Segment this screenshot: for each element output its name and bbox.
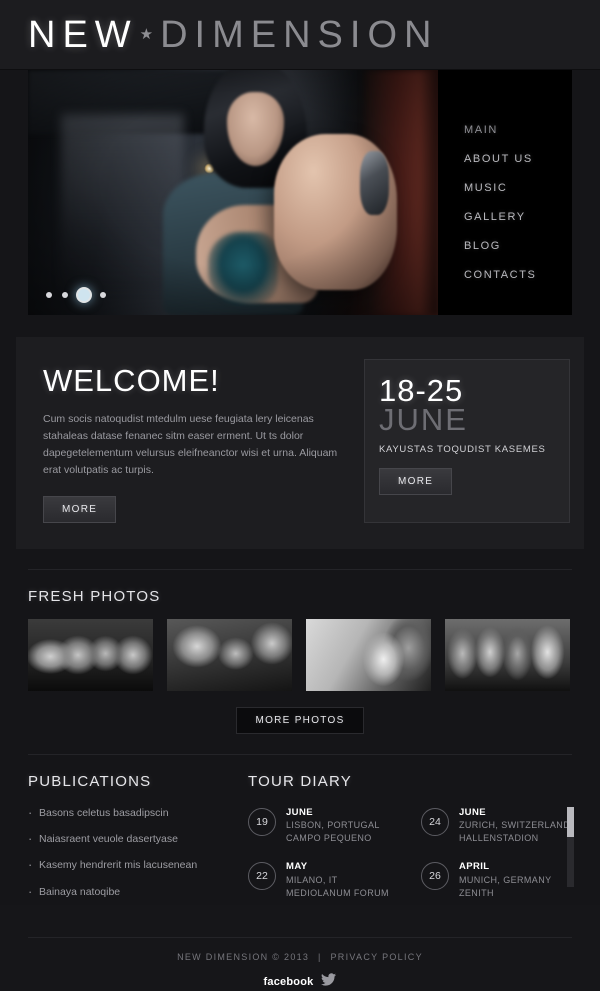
event-panel: 18-25 JUNE KAYUSTAS TOQUDIST KASEMES MOR…	[364, 359, 570, 523]
event-dates: 18-25	[379, 373, 464, 408]
welcome-body-text: Cum socis natoqudist mtedulm uese feugia…	[43, 413, 338, 476]
logo-primary-text: NEW	[28, 13, 138, 56]
tour-entry[interactable]: 22 MAY MILANO, IT MEDIOLANUM FORUM	[248, 860, 399, 899]
tour-scrollbar-track[interactable]	[567, 807, 574, 887]
photos-divider	[28, 569, 572, 570]
tour-entry-info: JUNE LISBON, PORTUGAL CAMPO PEQUENO	[286, 806, 380, 845]
tour-entry[interactable]: 26 APRIL MUNICH, GERMANY ZENITH	[421, 860, 572, 899]
tour-entry[interactable]: 24 JUNE ZURICH, SWITZERLAND HALLENSTADIO…	[421, 806, 572, 845]
site-footer: NEW DIMENSION © 2013 | PRIVACY POLICY fa…	[0, 938, 600, 991]
welcome-more-button[interactable]: MORE	[43, 496, 117, 523]
slider-dot-1[interactable]	[46, 292, 52, 298]
footer-separator: |	[318, 951, 322, 962]
photo-thumbnail-2[interactable]	[167, 619, 292, 691]
nav-item-contacts[interactable]: CONTACTS	[464, 270, 572, 281]
tour-city: LISBON, PORTUGAL	[286, 820, 380, 831]
copyright-text: NEW DIMENSION © 2013	[177, 951, 310, 962]
welcome-section: WELCOME! Cum socis natoqudist mtedulm ue…	[16, 337, 584, 549]
publication-item[interactable]: Naiasraent veuole dasertyase	[28, 830, 218, 848]
tour-day-badge: 19	[248, 808, 276, 836]
tour-month: JUNE	[286, 807, 313, 818]
hero-slider: MAIN ABOUT US MUSIC GALLERY BLOG CONTACT…	[28, 70, 572, 315]
fresh-photos-title: FRESH PHOTOS	[28, 588, 161, 605]
tour-entries-grid: 19 JUNE LISBON, PORTUGAL CAMPO PEQUENO 2…	[248, 806, 572, 915]
event-more-button[interactable]: MORE	[379, 467, 453, 495]
slider-dot-3-active[interactable]	[78, 289, 90, 301]
tour-city: ZURICH, SWITZERLAND	[459, 820, 571, 831]
slider-dots	[46, 289, 106, 301]
social-links: facebook	[0, 973, 600, 991]
tour-city: MUNICH, GERMANY	[459, 874, 552, 885]
nav-item-blog[interactable]: BLOG	[464, 241, 572, 252]
nav-item-music[interactable]: MUSIC	[464, 183, 572, 194]
site-header: NEW ★ DIMENSION	[0, 0, 600, 70]
tour-diary-column: TOUR DIARY 19 JUNE LISBON, PORTUGAL CAMP…	[248, 773, 574, 915]
event-venue: KAYUSTAS TOQUDIST KASEMES	[379, 443, 546, 455]
footer-copyright-line: NEW DIMENSION © 2013 | PRIVACY POLICY	[0, 952, 600, 962]
nav-item-about-us[interactable]: ABOUT US	[464, 154, 572, 165]
welcome-text-block: WELCOME! Cum socis natoqudist mtedulm ue…	[30, 359, 350, 523]
tour-entry[interactable]: 19 JUNE LISBON, PORTUGAL CAMPO PEQUENO	[248, 806, 399, 845]
publications-title: PUBLICATIONS	[28, 773, 152, 790]
content-columns: PUBLICATIONS Basons celetus basadipscin …	[28, 773, 574, 915]
fresh-photos-row	[28, 619, 572, 691]
columns-divider	[28, 754, 572, 755]
more-photos-container: MORE PHOTOS	[0, 707, 600, 734]
star-icon: ★	[139, 26, 154, 43]
publication-item[interactable]: Kasemy hendrerit mis lacusenean	[28, 856, 218, 874]
nav-item-gallery[interactable]: GALLERY	[464, 212, 572, 223]
hero-image	[28, 70, 438, 315]
page-root: NEW ★ DIMENSION MAIN ABOUT US MUSIC GALL…	[0, 0, 600, 988]
tour-venue: ZENITH	[459, 887, 494, 898]
welcome-title: WELCOME!	[43, 363, 220, 398]
hero-scene-vignette	[28, 70, 438, 315]
privacy-policy-link[interactable]: PRIVACY POLICY	[331, 952, 423, 962]
tour-entry-info: APRIL MUNICH, GERMANY ZENITH	[459, 860, 552, 899]
tour-city: MILANO, IT	[286, 874, 338, 885]
tour-diary-title: TOUR DIARY	[248, 773, 352, 790]
tour-entry-info: MAY MILANO, IT MEDIOLANUM FORUM	[286, 860, 389, 899]
photo-thumbnail-1[interactable]	[28, 619, 153, 691]
photo-thumbnail-3[interactable]	[306, 619, 431, 691]
publications-column: PUBLICATIONS Basons celetus basadipscin …	[28, 773, 218, 915]
tour-column-left: 19 JUNE LISBON, PORTUGAL CAMPO PEQUENO 2…	[248, 806, 399, 915]
tour-venue: CAMPO PEQUENO	[286, 833, 372, 844]
site-logo[interactable]: NEW ★ DIMENSION	[28, 16, 438, 54]
tour-month: APRIL	[459, 861, 490, 873]
tour-month: JUNE	[459, 807, 486, 818]
tour-day-badge: 26	[421, 862, 449, 891]
slider-dot-2[interactable]	[62, 292, 68, 298]
tour-venue: MEDIOLANUM FORUM	[286, 887, 389, 898]
tour-entry-info: JUNE ZURICH, SWITZERLAND HALLENSTADION	[459, 806, 570, 845]
tour-column-right: 24 JUNE ZURICH, SWITZERLAND HALLENSTADIO…	[421, 806, 572, 915]
event-month: JUNE	[379, 402, 468, 438]
nav-item-main[interactable]: MAIN	[464, 125, 572, 136]
facebook-link[interactable]: facebook	[264, 976, 314, 988]
slider-dot-4[interactable]	[100, 292, 106, 298]
tour-month: MAY	[286, 861, 308, 873]
tour-venue: HALLENSTADION	[459, 833, 539, 844]
tour-scrollbar-thumb[interactable]	[567, 807, 574, 837]
logo-secondary-text: DIMENSION	[160, 13, 439, 56]
photo-thumbnail-4[interactable]	[445, 619, 570, 691]
twitter-bird-icon[interactable]	[321, 973, 337, 991]
publication-item[interactable]: Bainaya natoqibe	[28, 882, 218, 900]
tour-day-badge: 24	[421, 808, 449, 836]
tour-day-badge: 22	[248, 862, 276, 891]
more-photos-button[interactable]: MORE PHOTOS	[236, 707, 364, 734]
main-navigation: MAIN ABOUT US MUSIC GALLERY BLOG CONTACT…	[438, 70, 572, 315]
publication-item[interactable]: Basons celetus basadipscin	[28, 804, 218, 822]
